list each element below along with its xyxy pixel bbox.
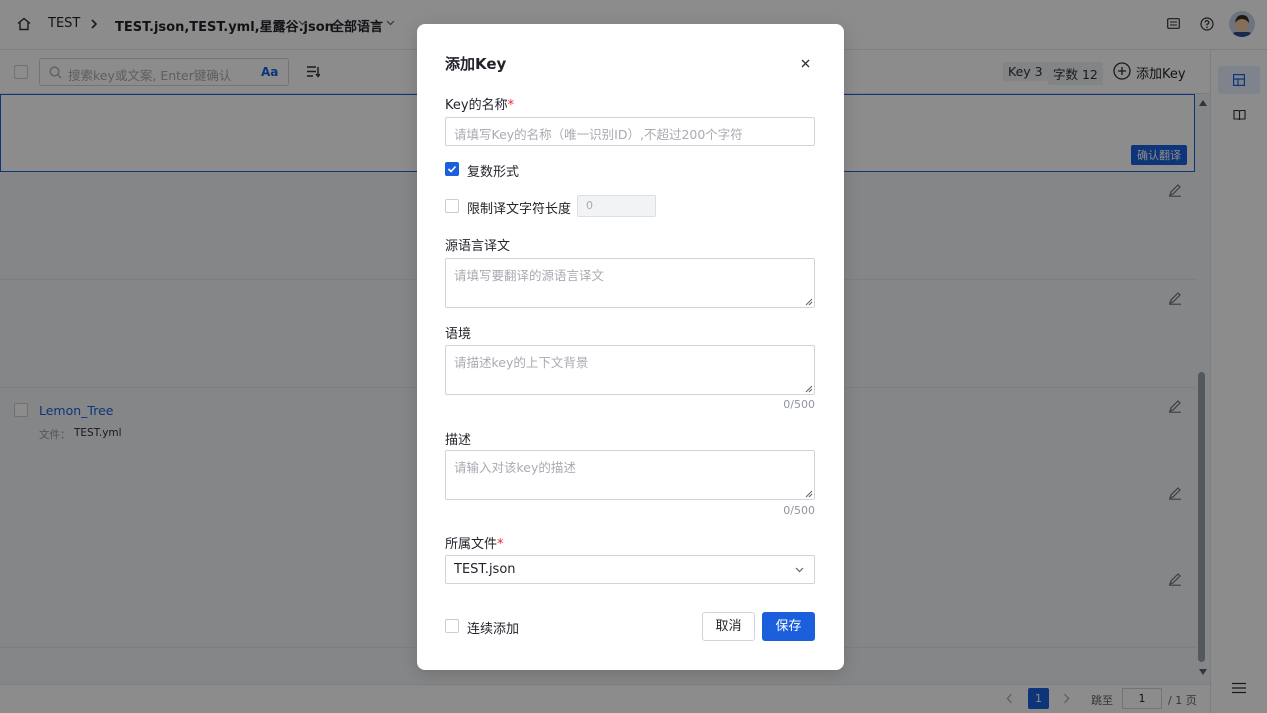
continuous-add-label[interactable]: 连续添加 [467, 618, 519, 637]
context-label: 语境 [445, 327, 472, 342]
key-name-placeholder: 请填写Key的名称（唯一识别ID）,不超过200个字符 [454, 127, 743, 142]
file-select-label: 所属文件* [445, 537, 504, 552]
limit-length-value: 0 [586, 199, 593, 212]
limit-length-checkbox[interactable] [445, 199, 459, 213]
chevron-down-icon [795, 567, 804, 573]
file-select[interactable]: TEST.json [445, 555, 815, 584]
file-select-value: TEST.json [454, 562, 516, 577]
dialog-title: 添加Key [445, 55, 507, 73]
continuous-add-checkbox[interactable] [445, 619, 459, 633]
context-char-count: 0/500 [783, 398, 815, 411]
plural-checkbox[interactable] [445, 162, 459, 176]
close-icon[interactable] [801, 59, 810, 68]
context-placeholder: 请描述key的上下文背景 [454, 355, 589, 370]
resize-handle-icon[interactable] [805, 385, 813, 393]
key-name-input[interactable]: 请填写Key的名称（唯一识别ID）,不超过200个字符 [445, 117, 815, 146]
source-text-placeholder: 请填写要翻译的源语言译文 [454, 268, 605, 283]
description-placeholder: 请输入对该key的描述 [454, 460, 576, 475]
limit-length-input[interactable]: 0 [577, 195, 656, 217]
description-char-count: 0/500 [783, 504, 815, 517]
source-text-label: 源语言译文 [445, 239, 511, 254]
source-text-input[interactable]: 请填写要翻译的源语言译文 [445, 258, 815, 308]
plural-label[interactable]: 复数形式 [467, 161, 519, 180]
context-input[interactable]: 请描述key的上下文背景 [445, 345, 815, 395]
save-button[interactable]: 保存 [762, 612, 815, 641]
cancel-button[interactable]: 取消 [702, 612, 755, 641]
description-label: 描述 [445, 433, 472, 448]
key-name-label: Key的名称* [445, 98, 515, 113]
add-key-dialog: 添加Key Key的名称* 请填写Key的名称（唯一识别ID）,不超过200个字… [417, 24, 844, 670]
resize-handle-icon[interactable] [805, 490, 813, 498]
resize-handle-icon[interactable] [805, 298, 813, 306]
limit-length-label[interactable]: 限制译文字符长度 [467, 198, 571, 217]
description-input[interactable]: 请输入对该key的描述 [445, 450, 815, 500]
